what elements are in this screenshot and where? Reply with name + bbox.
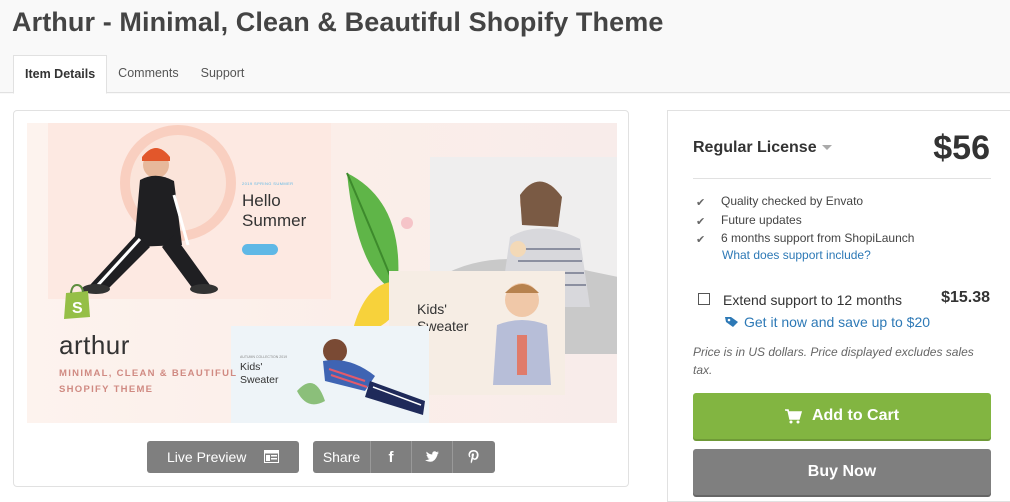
live-preview-button[interactable]: Live Preview [147, 441, 299, 473]
feature-item: ✔ 6 months support from ShopiLaunch [696, 229, 914, 248]
pinterest-icon [468, 450, 479, 464]
kids2-line-1: Kids' [240, 361, 263, 373]
kids2-heading: Kids' Sweater [240, 361, 279, 387]
hello-kicker: 2019 SPRING SUMMER [242, 181, 294, 186]
check-icon: ✔ [696, 215, 706, 228]
buy-now-button[interactable]: Buy Now [693, 449, 991, 495]
hello-line-2: Summer [242, 211, 307, 230]
license-selector[interactable]: Regular License [693, 139, 832, 157]
license-name: Regular License [693, 139, 817, 156]
shopify-bag-icon: S [64, 283, 90, 319]
extend-support-label[interactable]: Extend support to 12 months [723, 292, 902, 308]
tab-item-details[interactable]: Item Details [13, 55, 108, 94]
extend-support-price: $15.38 [941, 289, 990, 306]
hello-line-1: Hello [242, 191, 281, 210]
share-label: Share [313, 441, 371, 473]
license-features: ✔ Quality checked by Envato ✔ Future updat… [696, 192, 914, 248]
shop-now-pill [242, 244, 278, 255]
brand-tagline-line-1: MINIMAL, CLEAN & BEAUTIFUL [59, 368, 238, 379]
item-tabs: Item Details Comments Support [13, 55, 255, 94]
add-to-cart-button[interactable]: Add to Cart [693, 393, 991, 439]
tab-comments[interactable]: Comments [107, 55, 189, 93]
divider [693, 178, 991, 179]
toddler-illustration [493, 283, 551, 385]
purchase-panel: Regular License $56 ✔ Quality checked by … [667, 110, 1010, 502]
share-group: Share f [313, 441, 495, 473]
page-title: Arthur - Minimal, Clean & Beautiful Shop… [12, 7, 664, 37]
twitter-icon [425, 451, 439, 462]
tab-support[interactable]: Support [190, 55, 256, 93]
live-preview-label: Live Preview [167, 449, 247, 465]
save-offer-label: Get it now and save up to $20 [744, 314, 931, 330]
svg-text:S: S [72, 300, 83, 317]
main-content: 2019 SPRING SUMMER Hello Summer Kids' Sw… [0, 94, 1010, 502]
feature-item: ✔ Future updates [696, 211, 914, 230]
preview-card: 2019 SPRING SUMMER Hello Summer Kids' Sw… [13, 110, 629, 487]
add-to-cart-label: Add to Cart [811, 407, 900, 424]
save-offer-link[interactable]: Get it now and save up to $20 [725, 314, 930, 330]
check-icon: ✔ [696, 234, 706, 247]
feature-label: Future updates [721, 212, 802, 227]
model-illustration [82, 148, 218, 294]
extend-support-checkbox[interactable] [698, 293, 710, 305]
hello-summer-card: 2019 SPRING SUMMER Hello Summer [48, 123, 331, 299]
kids-line-1: Kids' [417, 301, 447, 317]
pinterest-share-button[interactable] [453, 441, 494, 473]
feature-item: ✔ Quality checked by Envato [696, 192, 914, 211]
price-note: Price is in US dollars. Price displayed … [693, 345, 974, 377]
feature-label: Quality checked by Envato [721, 194, 864, 209]
feature-label: 6 months support from ShopiLaunch [721, 231, 915, 246]
license-price: $56 [933, 129, 990, 167]
support-info-link[interactable]: What does support include? [722, 248, 871, 262]
brand-tagline: MINIMAL, CLEAN & BEAUTIFUL SHOPIFY THEME [59, 366, 237, 398]
buy-now-label: Buy Now [807, 463, 877, 480]
brand-name: arthur [59, 330, 130, 360]
twitter-share-button[interactable] [412, 441, 453, 473]
preview-window-icon [264, 450, 279, 463]
boy-illustration [297, 339, 425, 415]
theme-preview-image[interactable]: 2019 SPRING SUMMER Hello Summer Kids' Sw… [27, 123, 617, 423]
item-header: Arthur - Minimal, Clean & Beautiful Shop… [0, 0, 1010, 94]
brand-tagline-line-2: SHOPIFY THEME [59, 384, 154, 395]
cart-icon [784, 408, 802, 423]
kids2-kicker: AUTUMN COLLECTION 2019 [240, 355, 288, 359]
kids2-line-2: Sweater [240, 374, 279, 386]
caret-down-icon [821, 145, 832, 151]
facebook-share-button[interactable]: f [371, 441, 412, 473]
facebook-icon: f [388, 448, 394, 466]
check-icon: ✔ [696, 197, 706, 210]
price-tag-icon [725, 317, 738, 327]
hello-heading: Hello Summer [242, 191, 306, 231]
